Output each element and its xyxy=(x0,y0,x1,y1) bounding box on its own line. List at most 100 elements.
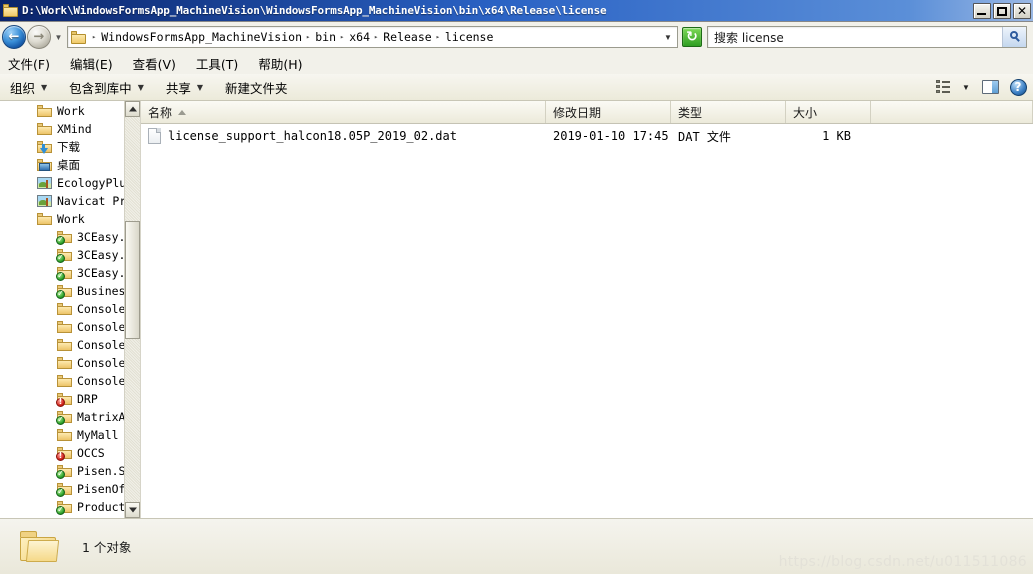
maximize-button[interactable] xyxy=(993,2,1011,19)
refresh-button[interactable] xyxy=(682,27,702,47)
preview-pane-button[interactable] xyxy=(981,78,999,96)
folder-icon xyxy=(56,266,73,281)
help-button[interactable] xyxy=(1009,78,1027,96)
nav-tree-item-label: 桌面 xyxy=(57,158,80,172)
search-input[interactable]: 搜索 license xyxy=(708,29,1002,46)
search-button[interactable] xyxy=(1002,27,1026,47)
toolbar-item-0[interactable]: 组织 ▼ xyxy=(10,78,47,97)
chevron-down-icon[interactable]: ▼ xyxy=(41,83,47,92)
nav-tree-item-9[interactable]: 3CEasy.Repai xyxy=(0,264,140,282)
file-icon xyxy=(148,128,161,144)
nav-tree-item-8[interactable]: 3CEasy.Repai xyxy=(0,246,140,264)
nav-tree-item-19[interactable]: OCCS xyxy=(0,444,140,462)
table-row[interactable]: license_support_halcon18.05P_2019_02.dat… xyxy=(141,124,1033,148)
view-mode-caret[interactable]: ▼ xyxy=(953,83,979,92)
breadcrumb-separator[interactable]: ▸ xyxy=(302,33,315,41)
nav-tree-item-22[interactable]: ProductCente xyxy=(0,498,140,516)
nav-tree-item-12[interactable]: ConsoleApp1C xyxy=(0,318,140,336)
scroll-up-button[interactable] xyxy=(125,101,140,117)
folder-icon xyxy=(56,374,73,388)
back-button[interactable]: ← xyxy=(2,25,26,49)
menu-item-0[interactable]: 文件(F) xyxy=(8,52,61,75)
folder-icon xyxy=(56,446,73,461)
breadcrumb-item-2[interactable]: x64 xyxy=(349,29,370,45)
nav-tree-item-label: XMind xyxy=(57,122,92,136)
nav-tree-item-label: Work xyxy=(57,104,85,118)
nav-tree-item-label: Work xyxy=(57,212,85,226)
scrollbar-thumb[interactable] xyxy=(125,221,140,339)
breadcrumb: ▸ WindowsFormsApp_MachineVision ▸ bin ▸ x64 ▸ R… xyxy=(88,29,661,45)
menu-item-1[interactable]: 编辑(E) xyxy=(70,52,124,75)
nav-tree-item-20[interactable]: Pisen.SOA.DR xyxy=(0,462,140,480)
nav-tree-item-2[interactable]: 下载 xyxy=(0,138,140,156)
chevron-down-icon[interactable]: ▼ xyxy=(197,83,203,92)
close-button[interactable] xyxy=(1013,2,1031,19)
breadcrumb-separator[interactable]: ▸ xyxy=(370,33,383,41)
history-dropdown-icon[interactable]: ▼ xyxy=(52,33,65,42)
nav-tree-item-18[interactable]: MyMall xyxy=(0,426,140,444)
folder-icon xyxy=(56,302,73,316)
nav-tree-item-label: 下载 xyxy=(57,140,80,154)
navigation-scrollbar[interactable] xyxy=(124,101,140,518)
folder-icon xyxy=(36,212,53,226)
nav-tree-item-16[interactable]: DRP xyxy=(0,390,140,408)
status-alert-badge-icon xyxy=(56,451,65,461)
column-header-0[interactable]: 名称 xyxy=(141,101,546,123)
folder-icon xyxy=(56,338,73,352)
nav-tree-item-0[interactable]: Work xyxy=(0,102,140,120)
chevron-down-icon[interactable]: ▼ xyxy=(661,33,675,42)
forward-button[interactable]: → xyxy=(27,25,51,49)
nav-tree-item-10[interactable]: BusinessCent xyxy=(0,282,140,300)
breadcrumb-item-4[interactable]: license xyxy=(445,29,493,45)
column-header-3[interactable]: 大小 xyxy=(786,101,871,123)
window-folder-icon xyxy=(3,4,18,17)
nav-tree-item-5[interactable]: Navicat Premi xyxy=(0,192,140,210)
search-icon xyxy=(1010,31,1018,39)
breadcrumb-separator[interactable]: ▸ xyxy=(336,33,349,41)
search-box[interactable]: 搜索 license xyxy=(707,26,1027,48)
desktop-icon xyxy=(36,158,53,172)
menu-item-2[interactable]: 查看(V) xyxy=(133,52,187,75)
nav-tree-item-4[interactable]: EcologyPlugin. xyxy=(0,174,140,192)
toolbar-item-2[interactable]: 共享 ▼ xyxy=(166,78,203,97)
address-bar[interactable]: ▸ WindowsFormsApp_MachineVision ▸ bin ▸ x64 ▸ R… xyxy=(67,26,678,48)
column-header-2[interactable]: 类型 xyxy=(671,101,786,123)
breadcrumb-item-0[interactable]: WindowsFormsApp_MachineVision xyxy=(101,29,302,45)
nav-tree-item-3[interactable]: 桌面 xyxy=(0,156,140,174)
column-headers: 名称 修改日期 类型 大小 xyxy=(141,101,1033,124)
status-alert-badge-icon xyxy=(56,397,65,407)
nav-tree-item-15[interactable]: ConsoleCache xyxy=(0,372,140,390)
nav-tree-item-21[interactable]: PisenOfficia xyxy=(0,480,140,498)
picture-icon xyxy=(36,176,53,190)
nav-tree-item-6[interactable]: Work xyxy=(0,210,140,228)
column-header-1[interactable]: 修改日期 xyxy=(546,101,671,123)
breadcrumb-item-3[interactable]: Release xyxy=(383,29,431,45)
status-ok-badge-icon xyxy=(56,469,65,479)
watermark: https://blog.csdn.net/u011511086 xyxy=(778,554,1027,570)
breadcrumb-separator[interactable]: ▸ xyxy=(88,33,101,41)
column-header-label: 修改日期 xyxy=(553,105,602,120)
file-name-label: license_support_halcon18.05P_2019_02.dat xyxy=(168,129,457,143)
nav-tree-item-1[interactable]: XMind xyxy=(0,120,140,138)
toolbar-item-1[interactable]: 包含到库中 ▼ xyxy=(69,78,144,97)
downloads-icon xyxy=(36,140,53,154)
menu-item-3[interactable]: 工具(T) xyxy=(196,52,249,75)
breadcrumb-separator[interactable]: ▸ xyxy=(432,33,445,41)
chevron-down-icon[interactable]: ▼ xyxy=(138,83,144,92)
address-folder-icon xyxy=(71,30,86,44)
minimize-button[interactable] xyxy=(973,2,991,19)
scroll-down-button[interactable] xyxy=(125,502,140,518)
nav-tree-item-14[interactable]: ConsoleAppTe xyxy=(0,354,140,372)
toolbar: 组织 ▼ 包含到库中 ▼ 共享 ▼ 新建文件夹 ▼ xyxy=(0,74,1033,101)
nav-tree-item-17[interactable]: MatrixAspNet xyxy=(0,408,140,426)
nav-tree-item-11[interactable]: ConsoleApp1 xyxy=(0,300,140,318)
nav-tree-item-7[interactable]: 3CEasy.Repai xyxy=(0,228,140,246)
forward-arrow-icon: → xyxy=(33,29,45,45)
nav-tree-item-13[interactable]: ConsoleAppTe xyxy=(0,336,140,354)
breadcrumb-item-1[interactable]: bin xyxy=(315,29,336,45)
toolbar-item-3[interactable]: 新建文件夹 xyxy=(225,78,288,97)
file-name-cell[interactable]: license_support_halcon18.05P_2019_02.dat xyxy=(141,128,546,144)
menu-item-4[interactable]: 帮助(H) xyxy=(258,52,313,75)
explorer-window: D:\Work\WindowsFormsApp_MachineVision\Wi… xyxy=(0,0,1033,574)
view-mode-button[interactable] xyxy=(935,78,953,96)
